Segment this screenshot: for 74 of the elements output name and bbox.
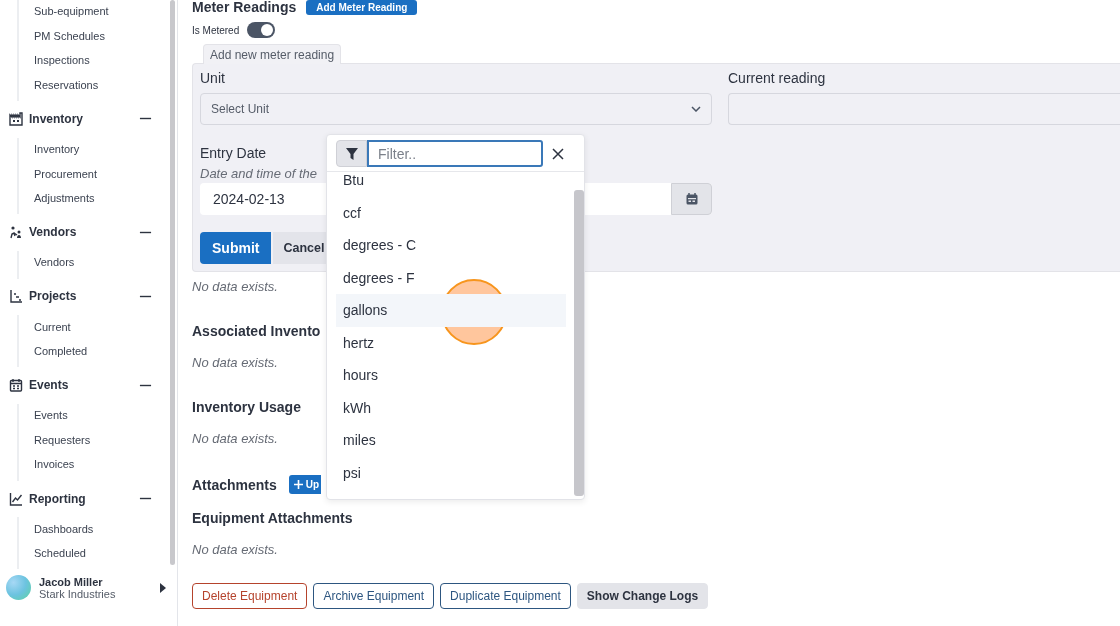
form-legend: Add new meter reading (203, 44, 342, 64)
sidebar-item[interactable]: Dashboards (34, 516, 170, 541)
sidebar-item[interactable]: PM Schedules (34, 23, 170, 48)
filter-icon (345, 147, 358, 160)
section-heading: Meter Readings (192, 0, 297, 15)
sidebar-item[interactable]: Vendors (34, 250, 170, 275)
calendar-icon (9, 378, 23, 393)
empty-message: No data exists. (192, 279, 278, 294)
section-heading: Associated Invento (192, 323, 321, 339)
sidebar-section-title[interactable]: Reporting (29, 491, 139, 506)
option-item[interactable]: miles (343, 432, 376, 449)
sidebar-item[interactable]: Inventory (34, 136, 170, 162)
action-button[interactable]: Archive Equipment (313, 583, 435, 609)
option-item[interactable]: degrees - F (343, 269, 415, 286)
field-label: Entry Date (200, 145, 267, 161)
avatar (6, 575, 31, 601)
sidebar-item[interactable]: Procurement (34, 161, 170, 186)
option-item[interactable]: psi (343, 464, 361, 481)
sidebar-item[interactable]: Scheduled (34, 540, 170, 566)
scrollbar[interactable] (170, 0, 175, 565)
option-item[interactable]: ccf (343, 204, 361, 221)
filter-field[interactable]: Filter.. (367, 140, 543, 167)
section-heading: Attachments (192, 476, 277, 493)
field-hint: Date and time of the (200, 166, 318, 183)
sidebar-section-title[interactable]: Projects (29, 289, 139, 304)
add-button[interactable]: Add Meter Reading (306, 0, 418, 15)
chart-icon (9, 289, 23, 304)
sidebar-item[interactable]: Adjustments (34, 185, 170, 211)
filter-button[interactable] (336, 140, 367, 167)
plus-icon (293, 480, 303, 489)
reading-field[interactable] (728, 93, 1120, 125)
delete-button[interactable]: Delete Equipment (192, 583, 308, 609)
sidebar-item[interactable]: Current (34, 314, 170, 339)
warehouse-icon (9, 111, 23, 126)
calendar-icon (685, 193, 698, 205)
change-logs-button[interactable]: Show Change Logs (576, 583, 709, 609)
field-label: Current reading (728, 70, 826, 86)
sidebar-item[interactable]: Requesters (34, 427, 170, 453)
sidebar-section-title[interactable]: Vendors (29, 225, 139, 240)
line-chart-icon (9, 491, 23, 506)
empty-message: No data exists. (192, 355, 278, 370)
option-item[interactable]: Btu (343, 172, 364, 189)
upload-button[interactable]: Up (288, 475, 322, 494)
sidebar-item[interactable]: Completed (34, 338, 170, 364)
option-item[interactable]: gallons (336, 294, 566, 327)
sidebar-item[interactable]: Events (34, 403, 170, 428)
unit-select[interactable]: Select Unit (200, 93, 712, 125)
empty-message: No data exists. (192, 431, 278, 446)
option-item[interactable]: degrees - C (343, 237, 417, 254)
section-heading: Equipment Attachments (192, 510, 353, 526)
empty-message: No data exists. (192, 542, 278, 557)
sidebar-section-title[interactable]: Events (29, 378, 139, 393)
company-name: Stark Industries (39, 587, 117, 600)
user-name: Jacob Miller (39, 575, 104, 588)
calendar-button[interactable] (671, 183, 712, 215)
caret-right-icon[interactable] (160, 582, 166, 593)
section-heading: Inventory Usage (192, 399, 301, 415)
scrollbar[interactable] (574, 190, 584, 496)
toggle-switch[interactable] (247, 22, 276, 38)
sidebar-item[interactable]: Invoices (34, 452, 170, 477)
option-item[interactable]: hertz (343, 334, 375, 351)
sidebar-item[interactable]: Reservations (34, 72, 170, 97)
field-label: Unit (200, 70, 225, 86)
people-icon (9, 225, 23, 240)
option-item[interactable]: kWh (343, 399, 371, 416)
close-icon[interactable] (552, 147, 564, 160)
submit-button[interactable]: Submit (200, 232, 272, 264)
chevron-down-icon (691, 106, 701, 112)
action-button[interactable]: Duplicate Equipment (440, 583, 571, 609)
sidebar-item[interactable]: Inspections (34, 48, 170, 73)
option-item[interactable]: hours (343, 367, 379, 384)
sidebar-section-title[interactable]: Inventory (29, 111, 139, 126)
toggle-label: Is Metered (192, 24, 240, 36)
sidebar-item[interactable]: Sub-equipment (34, 0, 170, 24)
